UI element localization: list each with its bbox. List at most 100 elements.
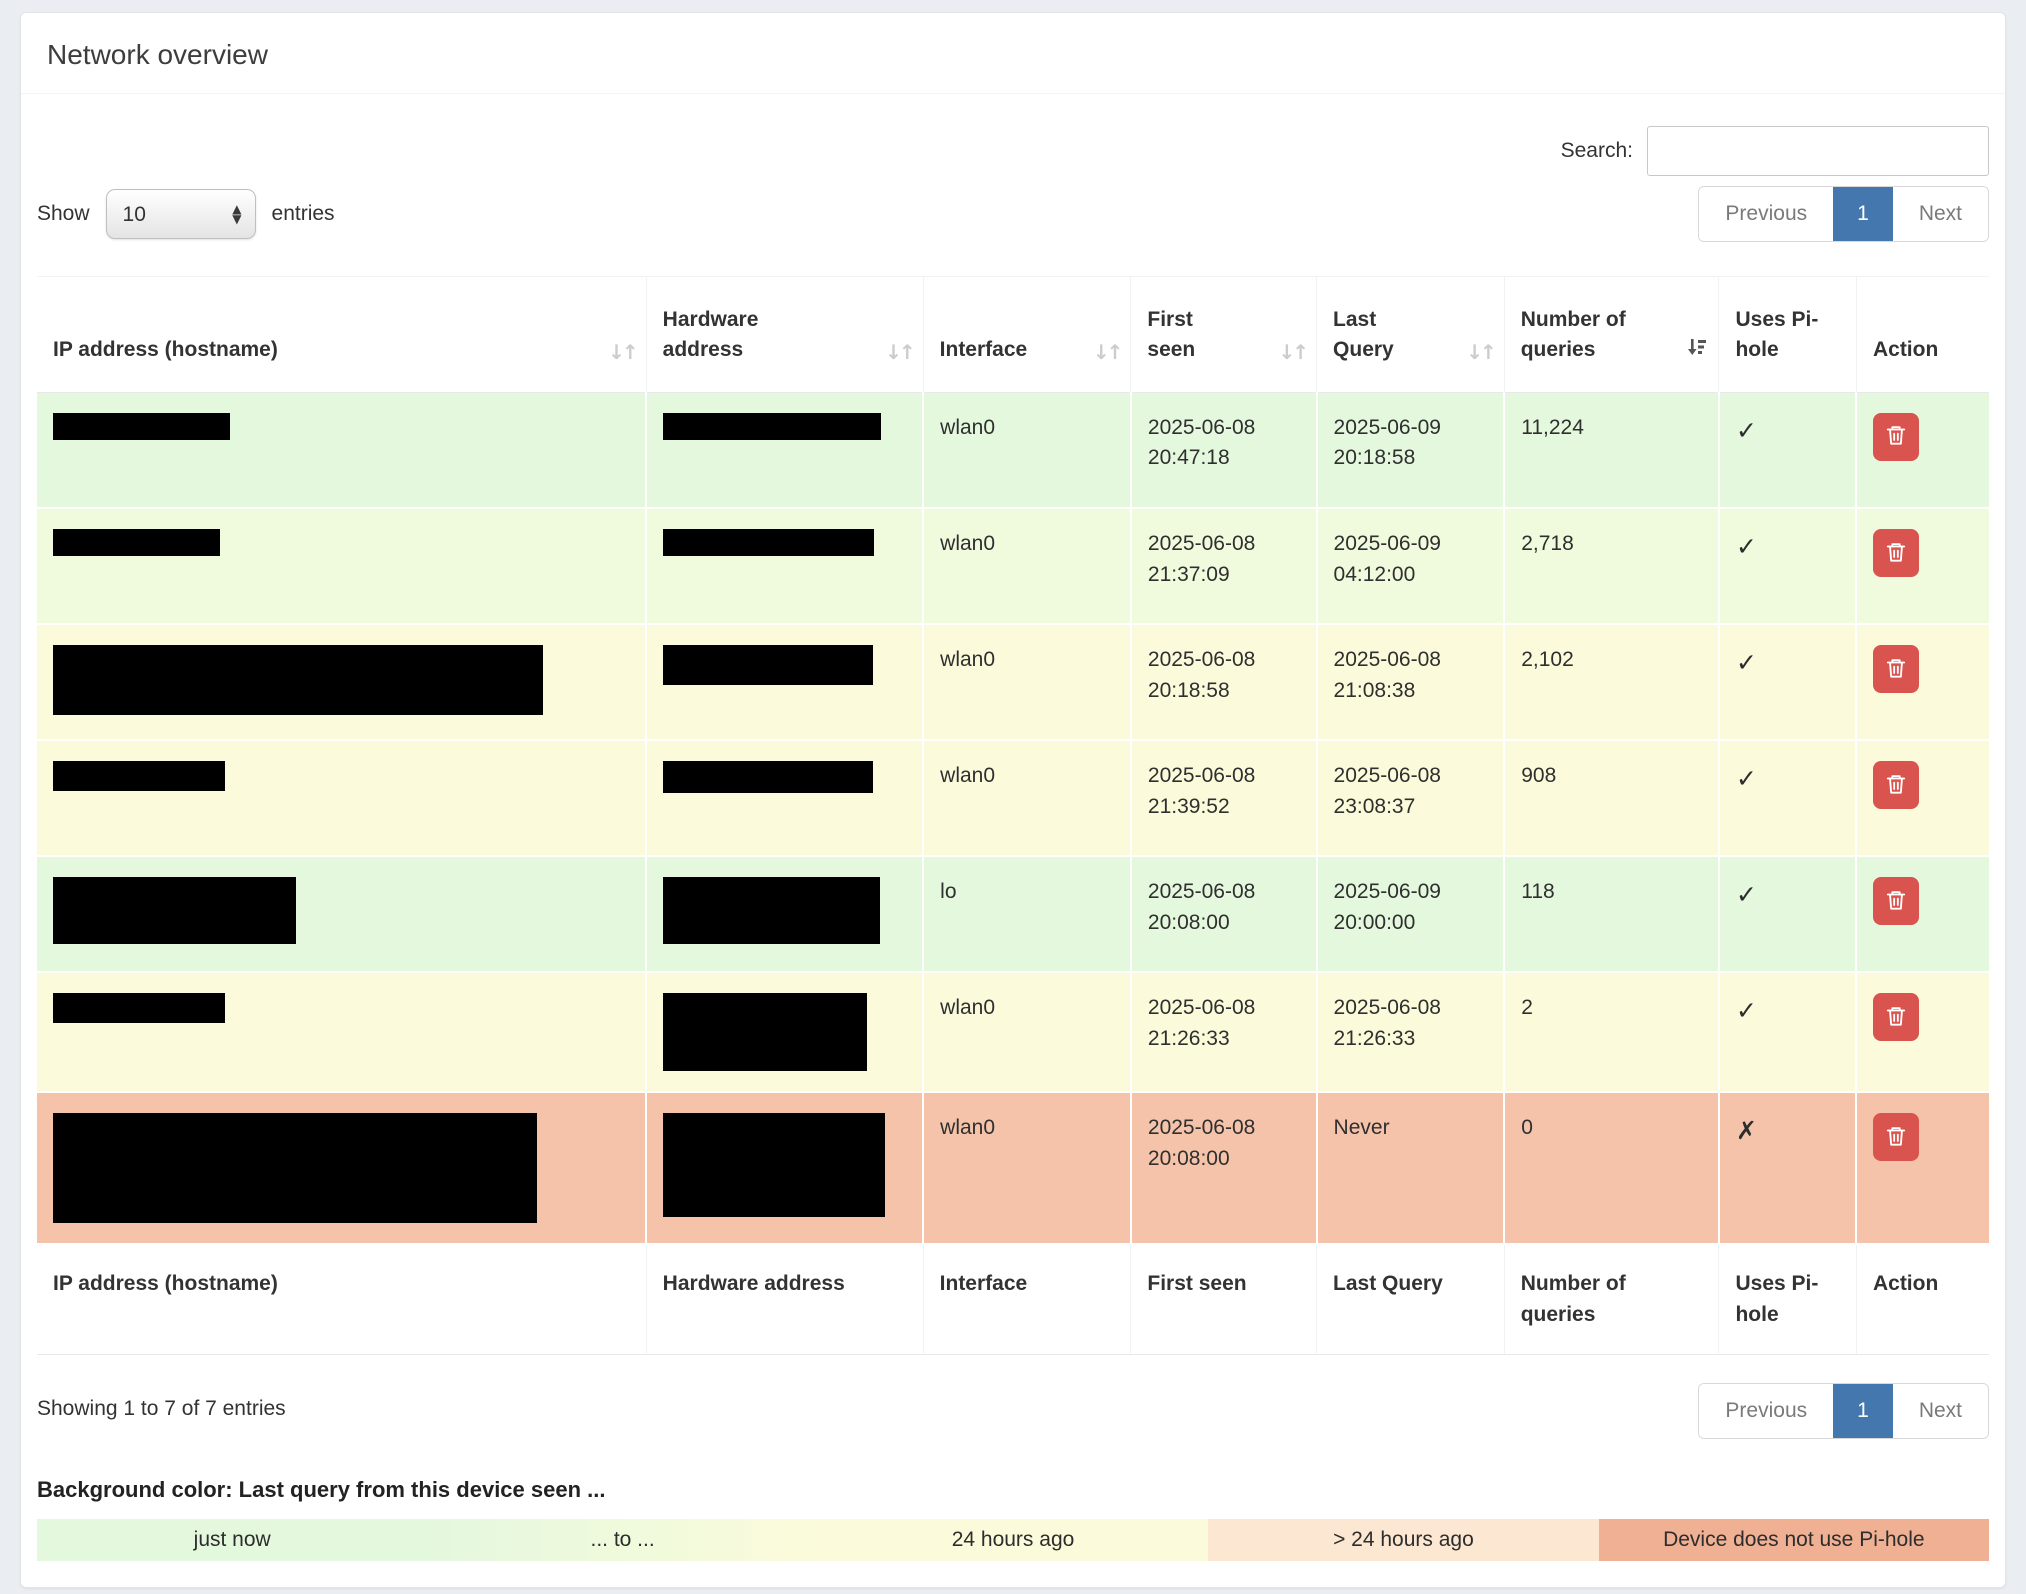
column-label: Action	[1873, 1272, 1938, 1295]
delete-device-button[interactable]	[1873, 413, 1919, 461]
footer-column-header-number-of-queries: Number of queries	[1504, 1244, 1719, 1354]
card-header: Network overview	[21, 13, 2005, 94]
redacted-ip-address	[53, 413, 230, 440]
page-number-button[interactable]: 1	[1833, 1384, 1893, 1438]
table-info: Showing 1 to 7 of 7 entries	[37, 1383, 286, 1421]
last-query-cell: 2025-06-09 20:18:58	[1317, 392, 1505, 508]
check-icon: ✓	[1736, 532, 1757, 561]
interface-cell: wlan0	[923, 740, 1131, 856]
legend-segment-device-does-not-use-pi-hole: Device does not use Pi-hole	[1599, 1519, 1989, 1561]
footer-column-header-first-seen: First seen	[1131, 1244, 1317, 1354]
redacted-ip-address	[53, 761, 225, 791]
query-count-cell: 118	[1504, 856, 1719, 972]
hardware-address-cell	[646, 856, 923, 972]
uses-pihole-cell: ✓	[1719, 740, 1856, 856]
cross-icon: ✗	[1736, 1116, 1757, 1145]
check-icon: ✓	[1736, 648, 1757, 677]
trash-icon	[1885, 772, 1907, 799]
check-icon: ✓	[1736, 996, 1757, 1025]
device-row: wlan02025-06-08 21:39:522025-06-08 23:08…	[37, 740, 1989, 856]
interface-cell: wlan0	[923, 392, 1131, 508]
uses-pihole-cell: ✓	[1719, 508, 1856, 624]
last-query-cell: 2025-06-08 21:08:38	[1317, 624, 1505, 740]
ip-address-cell	[37, 856, 646, 972]
footer-column-header-last-query: Last Query	[1317, 1244, 1505, 1354]
delete-device-button[interactable]	[1873, 761, 1919, 809]
redacted-hardware-address	[663, 993, 867, 1071]
ip-address-cell	[37, 624, 646, 740]
ip-address-cell	[37, 1092, 646, 1244]
page-number-button[interactable]: 1	[1833, 187, 1893, 241]
redacted-hardware-address	[663, 1113, 885, 1217]
first-seen-cell: 2025-06-08 20:18:58	[1131, 624, 1317, 740]
action-cell	[1856, 740, 1989, 856]
page-size-select[interactable]: 10	[106, 189, 256, 239]
search-input[interactable]	[1647, 126, 1989, 176]
trash-icon	[1885, 423, 1907, 450]
below-table-row: Showing 1 to 7 of 7 entries Previous 1 N…	[37, 1383, 1989, 1439]
device-row: wlan02025-06-08 21:26:332025-06-08 21:26…	[37, 972, 1989, 1092]
sort-icon: ↓↑	[608, 340, 636, 364]
interface-cell: wlan0	[923, 1092, 1131, 1244]
redacted-ip-address	[53, 529, 220, 556]
column-header-last-query[interactable]: Last Query↓↑	[1317, 277, 1505, 393]
legend-strip: just now... to ...24 hours ago> 24 hours…	[37, 1519, 1989, 1561]
first-seen-cell: 2025-06-08 20:47:18	[1131, 392, 1317, 508]
query-count-cell: 2	[1504, 972, 1719, 1092]
column-header-first-seen[interactable]: First seen ↓↑	[1131, 277, 1317, 393]
column-label: Uses Pi-hole	[1735, 305, 1830, 366]
sort-icon: ↓↑	[1093, 340, 1121, 364]
next-page-button[interactable]: Next	[1893, 187, 1988, 241]
uses-pihole-cell: ✓	[1719, 972, 1856, 1092]
table-footer-row: IP address (hostname)Hardware addressInt…	[37, 1244, 1989, 1354]
sort-icon: ↓↑	[1279, 340, 1307, 364]
devices-table: IP address (hostname)↓↑Hardware address↓…	[37, 276, 1989, 1355]
column-label: First seen	[1147, 305, 1211, 366]
previous-page-button[interactable]: Previous	[1699, 1384, 1833, 1438]
redacted-ip-address	[53, 645, 543, 715]
device-row: wlan02025-06-08 20:47:182025-06-09 20:18…	[37, 392, 1989, 508]
query-count-cell: 2,102	[1504, 624, 1719, 740]
trash-icon	[1885, 656, 1907, 683]
show-entries-control: Show 10 ▲▼ entries	[37, 189, 335, 239]
delete-device-button[interactable]	[1873, 645, 1919, 693]
redacted-ip-address	[53, 877, 296, 944]
previous-page-button[interactable]: Previous	[1699, 187, 1833, 241]
check-icon: ✓	[1736, 764, 1757, 793]
column-label: First seen	[1147, 1272, 1246, 1295]
delete-device-button[interactable]	[1873, 1113, 1919, 1161]
device-row: wlan02025-06-08 20:18:582025-06-08 21:08…	[37, 624, 1989, 740]
action-cell	[1856, 972, 1989, 1092]
interface-cell: wlan0	[923, 624, 1131, 740]
delete-device-button[interactable]	[1873, 529, 1919, 577]
last-query-cell: 2025-06-09 20:00:00	[1317, 856, 1505, 972]
column-header-uses-pi-hole: Uses Pi-hole	[1719, 277, 1856, 393]
footer-column-header-uses-pi-hole: Uses Pi-hole	[1719, 1244, 1856, 1354]
hardware-address-cell	[646, 508, 923, 624]
pagination-bottom: Previous 1 Next	[1698, 1383, 1989, 1439]
device-row: lo2025-06-08 20:08:002025-06-09 20:00:00…	[37, 856, 1989, 972]
legend-segment-24-hours-ago: > 24 hours ago	[1208, 1519, 1598, 1561]
delete-device-button[interactable]	[1873, 877, 1919, 925]
legend-segment-24-hours-ago: 24 hours ago	[818, 1519, 1208, 1561]
column-header-hardware-address[interactable]: Hardware address↓↑	[646, 277, 923, 393]
column-label: IP address (hostname)	[53, 1272, 278, 1295]
hardware-address-cell	[646, 624, 923, 740]
device-row: wlan02025-06-08 20:08:00Never0✗	[37, 1092, 1989, 1244]
footer-column-header-ip-address-hostname: IP address (hostname)	[37, 1244, 646, 1354]
trash-icon	[1885, 540, 1907, 567]
pagination-top: Previous 1 Next	[1698, 186, 1989, 242]
column-header-number-of-queries[interactable]: Number of queries	[1504, 277, 1719, 393]
delete-device-button[interactable]	[1873, 993, 1919, 1041]
last-query-cell: 2025-06-08 21:26:33	[1317, 972, 1505, 1092]
controls-row: Show 10 ▲▼ entries Previous 1 Next	[37, 186, 1989, 242]
column-label: Uses Pi-hole	[1735, 1269, 1830, 1330]
redacted-ip-address	[53, 1113, 537, 1223]
column-header-ip-address-hostname[interactable]: IP address (hostname)↓↑	[37, 277, 646, 393]
trash-icon	[1885, 888, 1907, 915]
query-count-cell: 0	[1504, 1092, 1719, 1244]
next-page-button[interactable]: Next	[1893, 1384, 1988, 1438]
column-header-interface[interactable]: Interface↓↑	[923, 277, 1131, 393]
uses-pihole-cell: ✓	[1719, 392, 1856, 508]
page-title: Network overview	[47, 39, 1979, 71]
